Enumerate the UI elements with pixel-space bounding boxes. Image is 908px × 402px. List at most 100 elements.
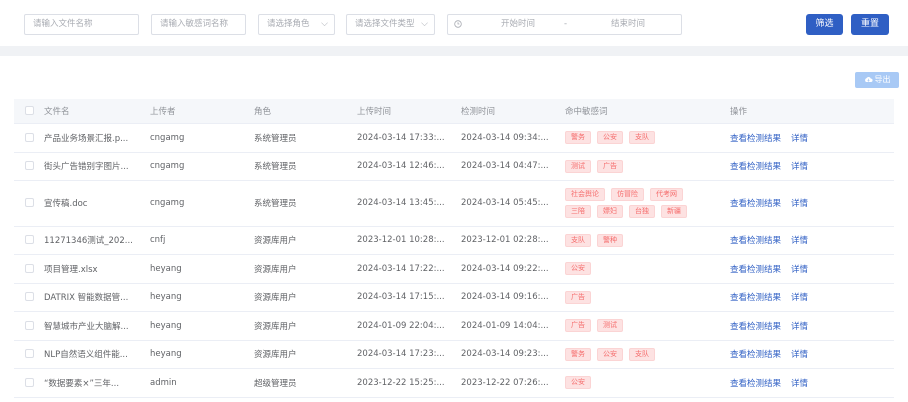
sensitive-word-tag: 社会舆论 bbox=[565, 188, 605, 201]
row-checkbox[interactable] bbox=[25, 161, 34, 170]
results-panel: 导出 文件名 上传者 角色 上传时间 检测时间 命中敏感词 操作 产品业务场景汇… bbox=[0, 56, 908, 402]
view-result-link[interactable]: 查看检测结果 bbox=[730, 236, 781, 246]
actions-cell: 查看检测结果 详情 bbox=[730, 180, 894, 227]
hits-cell: 公安 bbox=[565, 368, 730, 398]
hits-cell: 警务 公安 支队 bbox=[565, 340, 730, 369]
sensitive-word-tag: 广告 bbox=[565, 319, 591, 332]
row-checkbox[interactable] bbox=[25, 198, 34, 207]
sensitive-word-tag: 广告 bbox=[565, 290, 591, 304]
view-result-link[interactable]: 查看检测结果 bbox=[730, 379, 781, 389]
actions-cell: 查看检测结果 详情 bbox=[730, 311, 894, 341]
date-range-picker[interactable]: 开始时间 - 结束时间 bbox=[447, 14, 682, 35]
tag-line: 广告 测试 bbox=[565, 317, 730, 334]
row-select-cell bbox=[14, 368, 44, 398]
filter-bar: 请输入文件名称 请输入敏感词名称 请选择角色 ⌵ 请选择文件类型 ⌵ 开始时间 … bbox=[0, 0, 908, 46]
view-result-link[interactable]: 查看检测结果 bbox=[730, 265, 781, 275]
row-select-cell bbox=[14, 254, 44, 284]
hits-cell: 支队 警种 bbox=[565, 226, 730, 255]
start-time-input[interactable]: 开始时间 bbox=[488, 15, 548, 34]
range-separator: - bbox=[564, 19, 568, 29]
row-checkbox[interactable] bbox=[25, 132, 34, 142]
upload-time-cell: 2023-12-01 10:28:... bbox=[357, 226, 461, 255]
row-checkbox[interactable] bbox=[25, 263, 34, 273]
row-checkbox[interactable] bbox=[25, 292, 34, 301]
column-header-name: 文件名 bbox=[44, 99, 150, 124]
hits-cell: 测试 广告 bbox=[565, 152, 730, 181]
select-all-checkbox[interactable] bbox=[25, 105, 34, 115]
view-result-link[interactable]: 查看检测结果 bbox=[730, 322, 781, 332]
detail-link[interactable]: 详情 bbox=[791, 199, 808, 209]
view-result-link[interactable]: 查看检测结果 bbox=[730, 199, 781, 209]
check-time-cell: 2024-03-14 09:34:... bbox=[461, 123, 565, 153]
check-time-cell: 2023-12-01 02:28:... bbox=[461, 226, 565, 255]
table-row: 街头广告错别字图片... cngamg 系统管理员 2024-03-14 12:46:… bbox=[14, 152, 894, 181]
uploader-cell: cngamg bbox=[150, 152, 254, 181]
sensitive-word-tag: 公安 bbox=[565, 262, 591, 275]
filter-button[interactable]: 筛选 bbox=[806, 14, 843, 35]
role-cell: 系统管理员 bbox=[254, 123, 357, 153]
detail-link[interactable]: 详情 bbox=[791, 379, 808, 389]
row-select-cell bbox=[14, 283, 44, 312]
sensitive-word-tag: 支队 bbox=[629, 131, 655, 144]
chevron-down-icon: ⌵ bbox=[421, 19, 428, 29]
hits-cell: 广告 bbox=[565, 283, 730, 312]
column-header-role: 角色 bbox=[254, 99, 357, 124]
sensitive-word-input[interactable]: 请输入敏感词名称 bbox=[151, 14, 246, 35]
row-select-cell bbox=[14, 123, 44, 153]
export-button[interactable]: 导出 bbox=[855, 72, 899, 88]
detail-link[interactable]: 详情 bbox=[791, 293, 808, 303]
actions-cell: 查看检测结果 详情 bbox=[730, 226, 894, 255]
end-time-input[interactable]: 结束时间 bbox=[598, 15, 658, 34]
select-all-cell bbox=[14, 99, 44, 124]
role-select-placeholder: 请选择角色 bbox=[267, 19, 310, 29]
detail-link[interactable]: 详情 bbox=[791, 322, 808, 332]
detail-link[interactable]: 详情 bbox=[791, 265, 808, 275]
role-select[interactable]: 请选择角色 ⌵ bbox=[258, 14, 335, 35]
actions-cell: 查看检测结果 详情 bbox=[730, 368, 894, 398]
detection-table: 文件名 上传者 角色 上传时间 检测时间 命中敏感词 操作 产品业务场景汇报.p… bbox=[14, 99, 894, 398]
check-time-cell: 2024-03-14 09:22:... bbox=[461, 254, 565, 284]
upload-time-cell: 2023-12-22 15:25:... bbox=[357, 368, 461, 398]
row-select-cell bbox=[14, 180, 44, 227]
row-checkbox[interactable] bbox=[25, 235, 34, 244]
sensitive-word-tag: 台独 bbox=[629, 205, 655, 218]
table-row: 产品业务场景汇报.p... cngamg 系统管理员 2024-03-14 17:33… bbox=[14, 123, 894, 153]
tag-line: 警务 公安 支队 bbox=[565, 346, 730, 363]
check-time-cell: 2023-12-22 07:26:... bbox=[461, 368, 565, 398]
file-name-cell: “数据要素×”三年... bbox=[44, 368, 150, 398]
detail-link[interactable]: 详情 bbox=[791, 162, 808, 172]
sensitive-word-tag: 公安 bbox=[597, 131, 623, 144]
view-result-link[interactable]: 查看检测结果 bbox=[730, 293, 781, 303]
view-result-link[interactable]: 查看检测结果 bbox=[730, 350, 781, 360]
column-header-actions: 操作 bbox=[730, 99, 894, 124]
view-result-link[interactable]: 查看检测结果 bbox=[730, 162, 781, 172]
file-name-cell: 产品业务场景汇报.p... bbox=[44, 123, 150, 153]
detail-link[interactable]: 详情 bbox=[791, 350, 808, 360]
export-label: 导出 bbox=[874, 75, 891, 84]
sensitive-word-tag: 警务 bbox=[565, 131, 591, 144]
actions-cell: 查看检测结果 详情 bbox=[730, 254, 894, 284]
check-time-cell: 2024-03-14 09:16:... bbox=[461, 283, 565, 312]
detail-link[interactable]: 详情 bbox=[791, 134, 808, 144]
detail-link[interactable]: 详情 bbox=[791, 236, 808, 246]
sensitive-word-tag: 三陪 bbox=[565, 205, 591, 218]
tag-line: 三陪 嫖妇 台独 新疆 bbox=[565, 203, 730, 220]
sensitive-word-tag: 支队 bbox=[565, 233, 591, 247]
table-row: 11271346测试_202... cnfj 资源库用户 2023-12-01 10:… bbox=[14, 226, 894, 255]
chevron-down-icon: ⌵ bbox=[321, 19, 328, 29]
check-time-cell: 2024-01-09 14:04:... bbox=[461, 311, 565, 341]
file-name-cell: NLP自然语义组件能... bbox=[44, 340, 150, 369]
file-name-input[interactable]: 请输入文件名称 bbox=[24, 14, 139, 35]
row-checkbox[interactable] bbox=[25, 320, 34, 330]
reset-button[interactable]: 重置 bbox=[851, 14, 889, 35]
clock-icon bbox=[454, 15, 463, 36]
row-checkbox[interactable] bbox=[25, 349, 34, 358]
table-row: “数据要素×”三年... admin 超级管理员 2023-12-22 15:25:.… bbox=[14, 368, 894, 398]
cloud-download-icon bbox=[864, 76, 873, 82]
row-checkbox[interactable] bbox=[25, 377, 34, 387]
file-type-select[interactable]: 请选择文件类型 ⌵ bbox=[346, 14, 435, 35]
upload-time-cell: 2024-03-14 17:22:... bbox=[357, 254, 461, 284]
view-result-link[interactable]: 查看检测结果 bbox=[730, 134, 781, 144]
check-time-cell: 2024-03-14 05:45:... bbox=[461, 180, 565, 227]
sensitive-word-tag: 测试 bbox=[565, 159, 591, 173]
